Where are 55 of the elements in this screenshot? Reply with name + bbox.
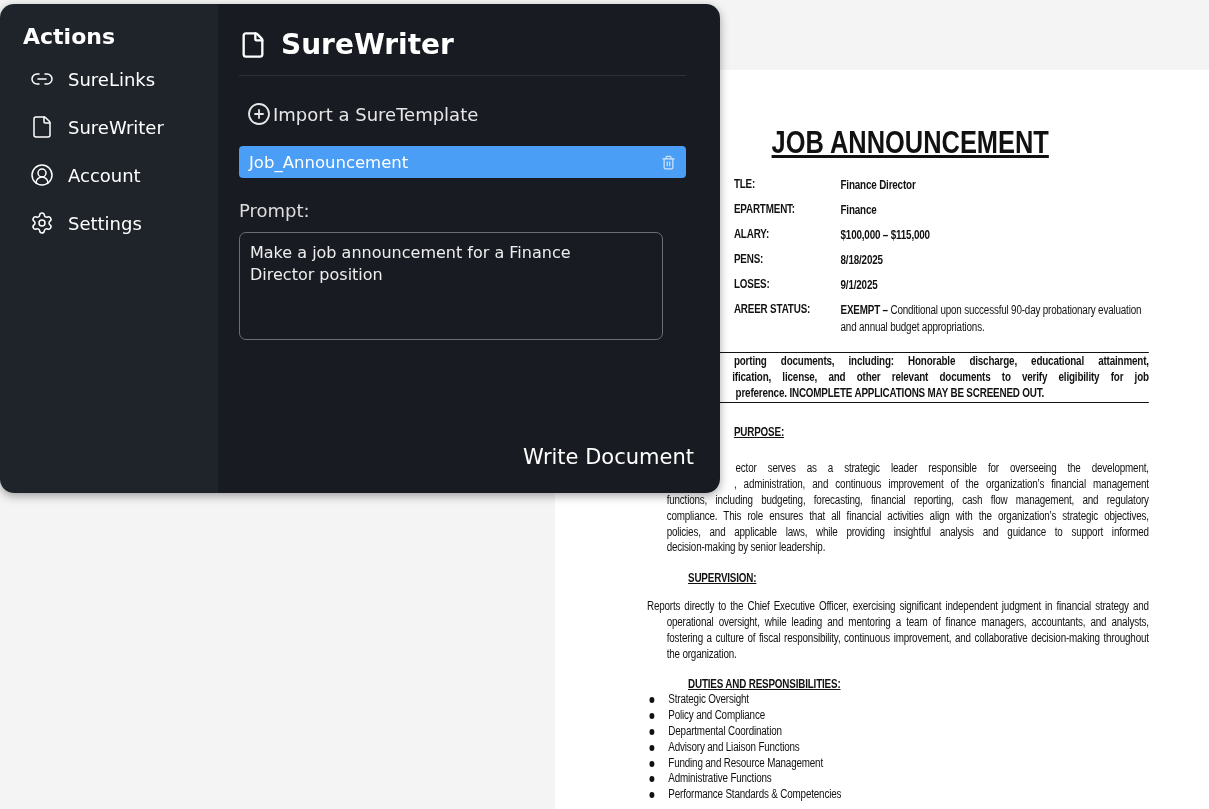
document-title: JOB ANNOUNCEMENT xyxy=(770,125,1049,161)
field-label: PENS: xyxy=(733,252,765,268)
field-value: 9/1/2025 xyxy=(840,277,879,294)
bullet-icon xyxy=(649,760,655,767)
paragraph-line: functions, including budgeting, forecasting, financial reporting, cash flow management, and regulatory xyxy=(666,493,1149,509)
prompt-label: Prompt: xyxy=(239,200,311,221)
field-value: Finance Director xyxy=(840,177,917,194)
sidebar-item[interactable]: SureLinks xyxy=(23,55,218,103)
file-icon xyxy=(30,115,54,139)
field-value: $100,000 – $115,000 xyxy=(840,227,931,244)
settings-icon xyxy=(30,211,54,235)
section-heading: PURPOSE: xyxy=(733,425,784,440)
list-item: Policy and Compliance xyxy=(668,708,765,724)
delete-icon[interactable] xyxy=(661,154,676,170)
paragraph-line: , administration, and continuous improvement of the organization’s financial management xyxy=(733,477,1149,493)
list-item: Advisory and Liaison Functions xyxy=(668,739,800,756)
notice-line: ification, license, and other relevant documents to verify eligibility for job xyxy=(732,369,1149,386)
field-value: Finance xyxy=(840,202,878,219)
section-heading: SUPERVISION: xyxy=(688,571,757,586)
paragraph-line: policies, and applicable laws, while providing insightful analysis and guidance to support informed xyxy=(666,524,1149,541)
bullet-icon xyxy=(649,776,655,783)
sidebar-item[interactable]: SureWriter xyxy=(23,103,218,151)
field-label: AREER STATUS: xyxy=(733,302,812,318)
import-button[interactable]: Import a SureTemplate xyxy=(247,102,479,126)
notice-line: preference. INCOMPLETE APPLICATIONS MAY BE SCREENED OUT. xyxy=(735,385,1046,402)
list-item: Strategic Oversight xyxy=(668,692,749,709)
user-icon xyxy=(30,163,54,187)
bullet-icon xyxy=(649,728,655,735)
paragraph-line: compliance. This role ensures that all financial activities align with the organization’s strategic objectives, xyxy=(666,508,1149,525)
paragraph-line: decision-making by senior leadership. xyxy=(666,540,827,557)
paragraph: Reports directly to the Chief Executive Officer, exercising significant independent judgment in financial strategy and operational oversight, while leading and mentoring a team of finance managers, accountants, and analysts, fostering a culture of fiscal responsibility, continuous improvement, and collaborative decision-making throughout the organization. xyxy=(647,599,1149,663)
panel-title: SureWriter xyxy=(281,28,454,61)
paragraph-line: ector serves as a strategic leader responsible for overseeing the development, xyxy=(735,461,1149,478)
bullet-icon xyxy=(649,792,655,799)
bullet-icon xyxy=(649,713,655,720)
notice-line: porting documents, including: Honorable discharge, educational attainment, xyxy=(733,354,1149,370)
field-label: ALARY: xyxy=(733,227,770,243)
field-label: LOSES: xyxy=(733,277,771,293)
write-document-button[interactable]: Write Document xyxy=(523,445,694,469)
plus-icon xyxy=(247,102,271,126)
list-item: Administrative Functions xyxy=(668,771,772,788)
list-item: Performance Standards & Competencies xyxy=(668,787,842,803)
sidebar-item[interactable]: Settings xyxy=(23,199,218,247)
field-value: 8/18/2025 xyxy=(840,252,884,269)
prompt-field[interactable]: Make a job announcement for a Finance Director position xyxy=(239,232,663,340)
list-item: Departmental Coordination xyxy=(668,723,782,740)
section-heading: DUTIES AND RESPONSIBILITIES: xyxy=(688,677,841,692)
bullet-icon xyxy=(649,744,655,751)
field-label: TLE: xyxy=(733,177,757,193)
field-label: EPARTMENT: xyxy=(733,202,796,218)
sidebar-item[interactable]: Account xyxy=(23,151,218,199)
bullet-icon xyxy=(649,697,655,704)
field-value: EXEMPT – Conditional upon successful 90-day probationary evaluation and annual budget appropriations. xyxy=(840,302,1143,336)
list-item: Funding and Resource Management xyxy=(668,755,823,772)
sidebar-title: Actions xyxy=(23,24,116,49)
